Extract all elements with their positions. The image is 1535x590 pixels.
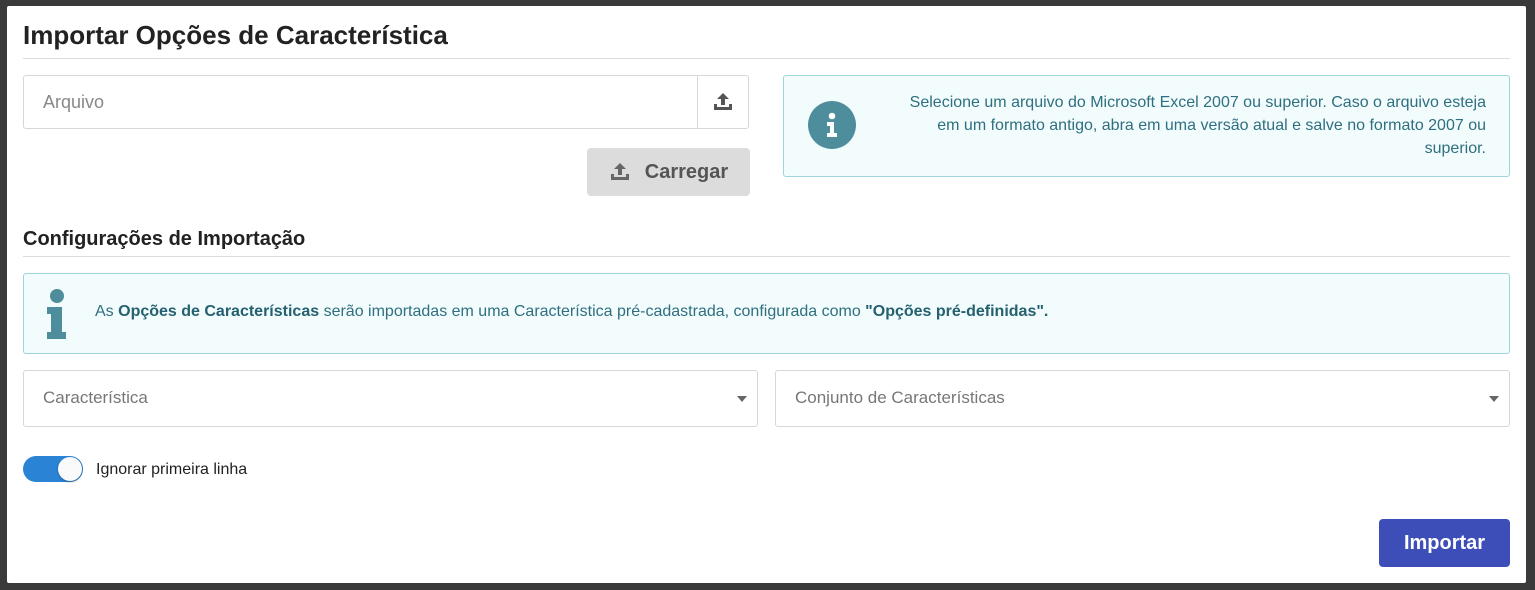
title-divider [23,58,1510,59]
page-title: Importar Opções de Característica [23,20,448,50]
caracteristica-select[interactable]: Característica [23,370,758,427]
info-circle-icon [808,101,856,149]
file-format-info-text: Selecione um arquivo do Microsoft Excel … [909,94,1486,157]
conjunto-select-placeholder: Conjunto de Características [795,388,1005,407]
conjunto-select[interactable]: Conjunto de Características [775,370,1510,427]
file-format-info: Selecione um arquivo do Microsoft Excel … [783,75,1510,177]
chevron-down-icon [1489,396,1499,402]
info-highlight-options: Opções de Características [118,303,320,320]
upload-icon [610,163,629,180]
upload-icon [714,93,732,110]
settings-title: Configurações de Importação [23,228,306,250]
import-info: As Opções de Características serão impor… [23,273,1510,354]
ignore-first-line-toggle[interactable] [23,456,83,482]
import-button[interactable]: Importar [1379,519,1510,567]
upload-button-label: Carregar [644,160,729,183]
file-input[interactable] [24,76,697,128]
upload-button[interactable]: Carregar [587,148,750,196]
info-highlight-predefined: "Opções pré-definidas". [865,303,1049,320]
import-info-text: As Opções de Características serão impor… [95,303,1049,320]
settings-divider [23,256,1510,257]
import-panel: Importar Opções de Característica Carreg… [7,6,1526,583]
ignore-first-line-label: Ignorar primeira linha [96,461,248,478]
browse-file-button[interactable] [697,76,748,128]
caracteristica-select-placeholder: Característica [43,388,148,407]
chevron-down-icon [737,396,747,402]
toggle-knob [58,457,82,481]
file-picker [23,75,749,129]
info-icon [47,289,66,339]
